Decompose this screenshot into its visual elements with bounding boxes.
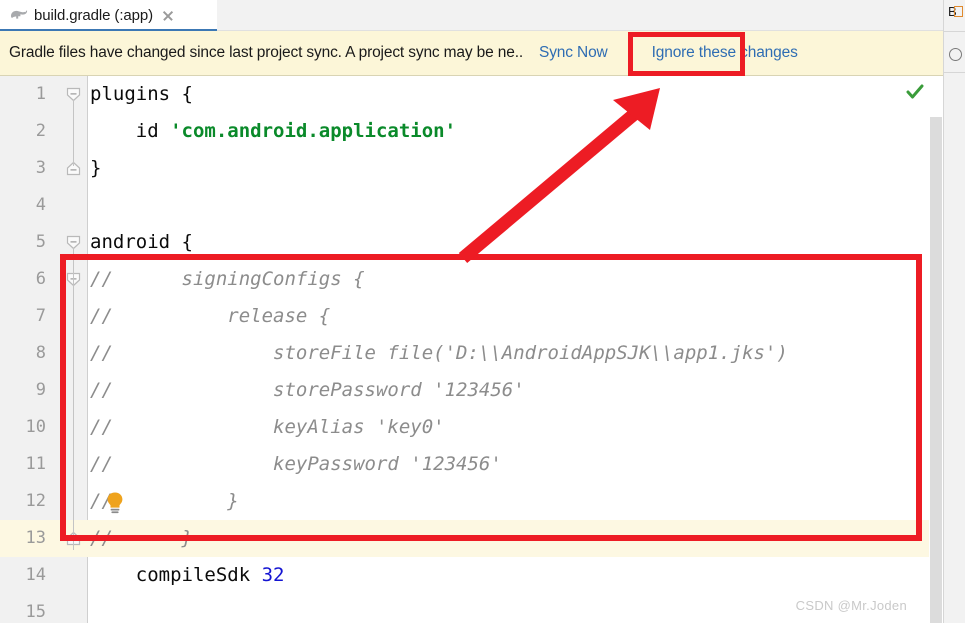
sync-now-link[interactable]: Sync Now <box>539 44 608 62</box>
code-text: // } <box>90 527 193 549</box>
editor-tab-label: build.gradle (:app) <box>34 7 154 24</box>
close-icon[interactable] <box>161 9 175 23</box>
code-line[interactable]: 6 // signingConfigs { <box>0 261 943 298</box>
bookmark-square-icon[interactable] <box>954 6 963 17</box>
code-line[interactable]: 10 // keyAlias 'key0' <box>0 409 943 446</box>
code-line[interactable]: 2 id 'com.android.application' <box>0 113 943 150</box>
gradle-sync-notification-bar: Gradle files have changed since last pro… <box>0 31 943 76</box>
line-number: 13 <box>25 528 46 548</box>
editor-tab-bar: build.gradle (:app) <box>0 0 965 32</box>
line-number: 6 <box>35 269 46 289</box>
code-line[interactable]: 4 <box>0 187 943 224</box>
code-text: plugins { <box>90 83 193 105</box>
line-number: 5 <box>35 232 46 252</box>
notification-message: Gradle files have changed since last pro… <box>9 44 524 61</box>
code-line[interactable]: 14 compileSdk 32 <box>0 557 943 594</box>
line-number: 2 <box>35 121 46 141</box>
lightbulb-icon[interactable] <box>104 491 126 515</box>
code-line[interactable]: 11 // keyPassword '123456' <box>0 446 943 483</box>
gradle-panel-icon[interactable] <box>949 48 962 61</box>
line-number: 4 <box>35 195 46 215</box>
strip-divider-2 <box>944 72 965 73</box>
line-number: 3 <box>35 158 46 178</box>
code-text: // release { <box>90 305 331 327</box>
code-line[interactable]: 13 // } <box>0 520 943 557</box>
code-text: // keyAlias 'key0' <box>90 416 445 438</box>
fold-connector-line <box>73 100 74 166</box>
line-number: 7 <box>35 306 46 326</box>
line-number: 8 <box>35 343 46 363</box>
code-text: // signingConfigs { <box>90 268 365 290</box>
code-line[interactable]: 3} <box>0 150 943 187</box>
editor-scrollbar-thumb[interactable] <box>930 117 942 623</box>
watermark: CSDN @Mr.Joden <box>795 598 907 613</box>
code-line[interactable]: 1 plugins { <box>0 76 943 113</box>
line-number: 15 <box>25 602 46 622</box>
code-editor[interactable]: 1 plugins { 2 id 'com.android.application'… <box>0 76 943 623</box>
green-check-icon[interactable] <box>905 82 925 102</box>
code-line[interactable]: 9 // storePassword '123456' <box>0 372 943 409</box>
line-number: 11 <box>25 454 46 474</box>
fold-connector-line <box>73 285 74 540</box>
gradle-elephant-icon <box>10 8 28 23</box>
code-text: // storeFile file('D:\\AndroidAppSJK\\ap… <box>90 342 788 364</box>
editor-tab-build-gradle[interactable]: build.gradle (:app) <box>0 0 217 31</box>
android-studio-editor-window: build.gradle (:app) B Gradle files have … <box>0 0 965 623</box>
code-line[interactable]: 8 // storeFile file('D:\\AndroidAppSJK\\a… <box>0 335 943 372</box>
right-tool-strip: B <box>943 0 965 623</box>
code-text: compileSdk 32 <box>90 564 285 586</box>
line-number: 14 <box>25 565 46 585</box>
strip-divider <box>944 31 965 32</box>
code-text: android { <box>90 231 193 253</box>
line-number: 12 <box>25 491 46 511</box>
ignore-changes-link[interactable]: Ignore these changes <box>652 44 798 62</box>
code-text: } <box>90 157 102 179</box>
line-number: 1 <box>35 84 46 104</box>
code-text: // storePassword '123456' <box>90 379 525 401</box>
code-text: // keyPassword '123456' <box>90 453 502 475</box>
code-line[interactable]: 7 // release { <box>0 298 943 335</box>
code-text: id 'com.android.application' <box>90 120 457 142</box>
code-line[interactable]: 12// } <box>0 483 943 520</box>
code-line[interactable]: 5 android { <box>0 224 943 261</box>
line-number: 9 <box>35 380 46 400</box>
line-number: 10 <box>25 417 46 437</box>
